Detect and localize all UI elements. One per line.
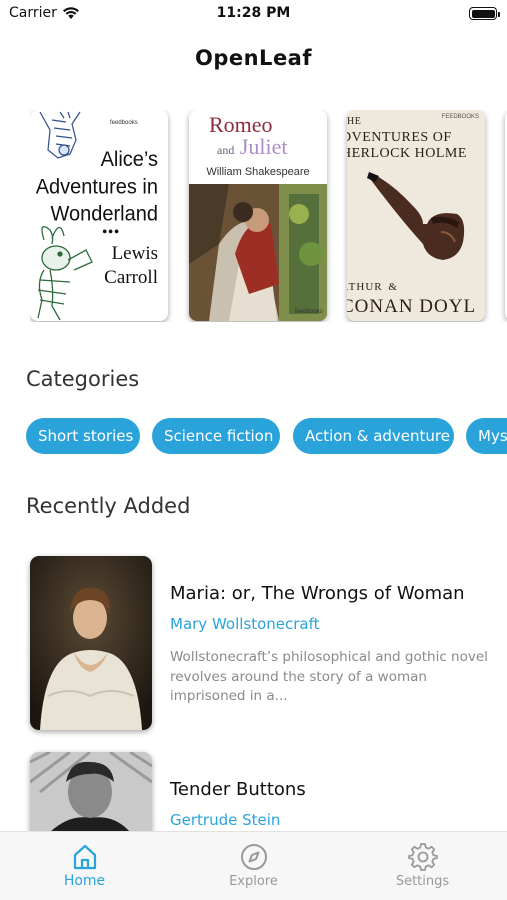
category-chip-mystery[interactable]: Mys bbox=[466, 418, 507, 454]
featured-books-carousel[interactable]: Alice’s Adventures in Wonderland ••• Lew… bbox=[30, 110, 507, 322]
book-title[interactable]: Tender Buttons bbox=[170, 779, 306, 800]
book-description: Wollstonecraft’s philosophical and gothi… bbox=[170, 649, 488, 704]
cover-dots: ••• bbox=[102, 225, 120, 240]
portrait-illustration bbox=[30, 556, 152, 730]
cover-title-line: DVENTURES OF bbox=[347, 130, 452, 145]
gear-icon bbox=[408, 843, 438, 871]
status-bar: Carrier 11:28 PM bbox=[0, 0, 507, 28]
battery-icon bbox=[469, 7, 500, 20]
painting-illustration bbox=[189, 184, 327, 321]
book-cover-author: William Shakespeare bbox=[206, 166, 310, 178]
book-author[interactable]: Mary Wollstonecraft bbox=[170, 615, 320, 633]
book-cover-title: Romeo and Juliet bbox=[189, 114, 327, 161]
book-author[interactable]: Gertrude Stein bbox=[170, 811, 280, 829]
book-cover-romeo-and-juliet[interactable]: Romeo and Juliet William Shakespeare fee… bbox=[189, 110, 327, 321]
book-thumbnail[interactable] bbox=[30, 556, 152, 730]
cover-author-line: Lewis bbox=[111, 243, 158, 264]
publisher-mark: feedbooks bbox=[295, 309, 323, 315]
cover-title-line: Adventures in bbox=[35, 175, 158, 199]
book-title[interactable]: Maria: or, The Wrongs of Woman bbox=[170, 583, 465, 604]
book-cover-title: Alice’s Adventures in Wonderland bbox=[32, 146, 158, 228]
book-cover-title: HE DVENTURES OF HERLOCK HOLME bbox=[347, 114, 485, 162]
cover-author-amp: & bbox=[388, 281, 398, 293]
category-chips: Short stories Science fiction Action & a… bbox=[26, 418, 507, 454]
compass-icon bbox=[241, 844, 267, 870]
recently-added-heading: Recently Added bbox=[26, 494, 191, 518]
cover-author-line: CONAN DOYL bbox=[347, 296, 477, 317]
tab-label: Settings bbox=[395, 874, 450, 889]
book-cover-sherlock-holmes[interactable]: HE DVENTURES OF HERLOCK HOLME FEEDBOOKS … bbox=[347, 110, 485, 321]
cover-title-line: Wonderland bbox=[50, 202, 158, 226]
book-cover-alice[interactable]: Alice’s Adventures in Wonderland ••• Lew… bbox=[30, 110, 168, 321]
category-chip-science-fiction[interactable]: Science fiction bbox=[152, 418, 280, 454]
cover-author-line: Carroll bbox=[104, 267, 158, 288]
cover-title-line: Romeo bbox=[209, 112, 273, 137]
book-cover-author: RTHUR & CONAN DOYL bbox=[347, 275, 485, 317]
cover-author-line: RTHUR bbox=[347, 281, 383, 293]
cover-title-line: Alice’s bbox=[100, 148, 158, 172]
tab-bar: Home Explore Settings bbox=[0, 831, 507, 900]
book-cover-author: Lewis Carroll bbox=[104, 242, 158, 290]
category-chip-action-adventure[interactable]: Action & adventure bbox=[293, 418, 454, 454]
app-title: OpenLeaf bbox=[194, 46, 312, 70]
category-chip-short-stories[interactable]: Short stories bbox=[26, 418, 140, 454]
tab-settings[interactable]: Settings bbox=[338, 832, 507, 900]
pipe-illustration bbox=[367, 172, 465, 260]
home-icon bbox=[73, 844, 97, 870]
categories-heading: Categories bbox=[26, 367, 140, 391]
tab-explore[interactable]: Explore bbox=[169, 832, 338, 900]
list-item[interactable]: Maria: or, The Wrongs of Woman Mary Woll… bbox=[30, 556, 500, 732]
tab-label: Home bbox=[63, 873, 106, 889]
tab-label: Explore bbox=[229, 874, 278, 889]
status-time: 11:28 PM bbox=[216, 5, 291, 21]
publisher-mark: FEEDBOOKS bbox=[441, 114, 479, 120]
cover-title-line: Juliet bbox=[239, 134, 288, 159]
tab-home[interactable]: Home bbox=[0, 832, 169, 900]
publisher-mark: feedbooks bbox=[110, 120, 138, 126]
cover-title-and: and bbox=[217, 143, 235, 157]
